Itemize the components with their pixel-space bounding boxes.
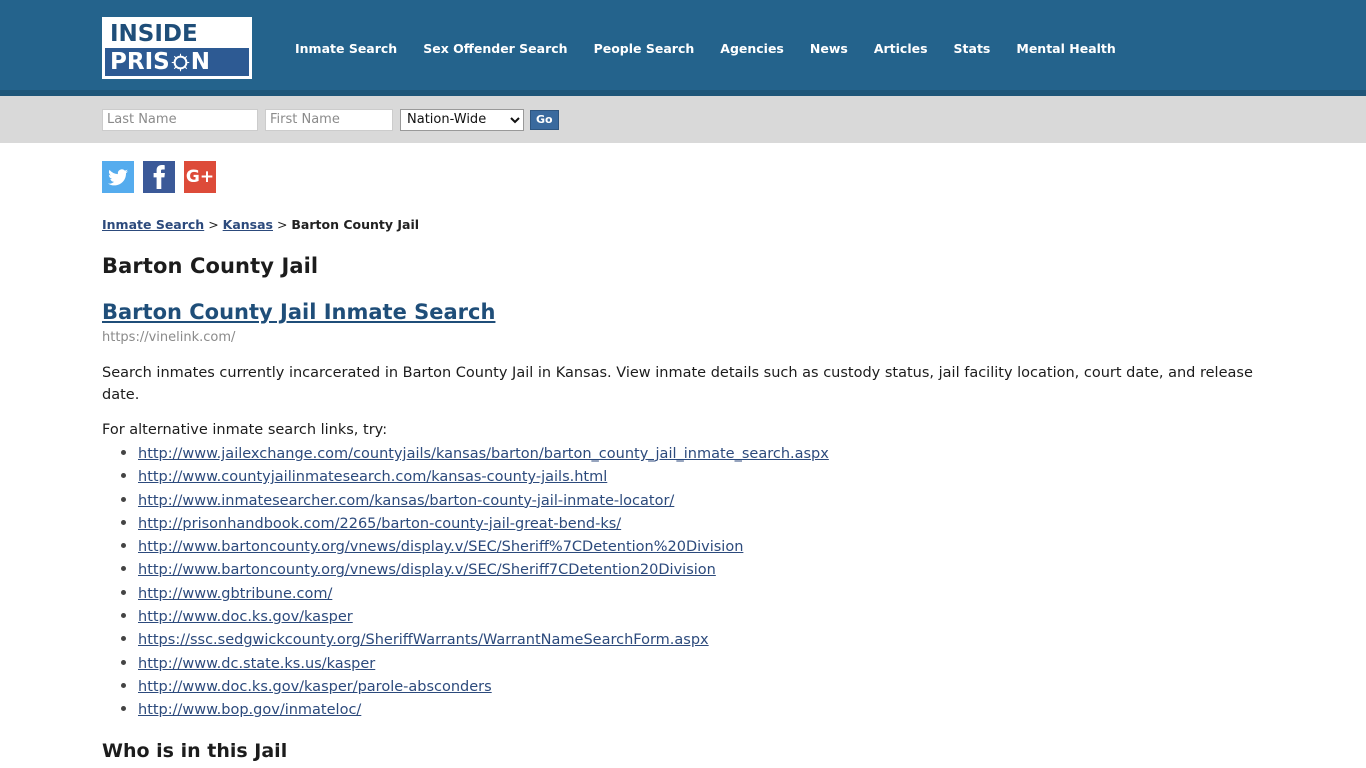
twitter-icon[interactable] <box>102 161 134 193</box>
list-item: http://www.bartoncounty.org/vnews/displa… <box>138 558 1336 581</box>
nav-item-sex-offender-search[interactable]: Sex Offender Search <box>410 41 580 56</box>
list-item: http://www.bartoncounty.org/vnews/displa… <box>138 535 1336 558</box>
nav-item-stats[interactable]: Stats <box>941 41 1004 56</box>
alt-link[interactable]: http://www.bop.gov/inmateloc/ <box>138 702 361 718</box>
alt-link[interactable]: http://www.jailexchange.com/countyjails/… <box>138 446 829 462</box>
list-item: http://www.gbtribune.com/ <box>138 582 1336 605</box>
description-text: Search inmates currently incarcerated in… <box>102 365 1253 403</box>
list-item: http://www.countyjailinmatesearch.com/ka… <box>138 465 1336 488</box>
logo-prison-suffix: N <box>190 49 210 75</box>
list-item: http://www.inmatesearcher.com/kansas/bar… <box>138 489 1336 512</box>
logo-line-inside: INSIDE <box>105 20 249 48</box>
alt-link[interactable]: http://www.doc.ks.gov/kasper <box>138 609 353 625</box>
quick-search-bar: Nation-Wide Go <box>0 96 1366 143</box>
region-select[interactable]: Nation-Wide <box>400 108 524 131</box>
inmate-search-link[interactable]: Barton County Jail Inmate Search <box>102 300 495 324</box>
alt-link[interactable]: http://www.countyjailinmatesearch.com/ka… <box>138 469 607 485</box>
nav-item-news[interactable]: News <box>797 41 861 56</box>
list-item: http://www.doc.ks.gov/kasper/parole-absc… <box>138 675 1336 698</box>
breadcrumb-separator-1: > <box>204 217 223 232</box>
logo-line-prison: PRIS N <box>105 48 249 76</box>
breadcrumb-link-inmate-search[interactable]: Inmate Search <box>102 217 204 232</box>
logo-prison-prefix: PRIS <box>110 49 170 75</box>
page-content: Inmate Search > Kansas > Barton County J… <box>0 193 1366 762</box>
list-item: http://www.dc.state.ks.us/kasper <box>138 652 1336 675</box>
main-navigation: Inmate Search Sex Offender Search People… <box>282 41 1129 56</box>
nav-item-people-search[interactable]: People Search <box>581 41 708 56</box>
breadcrumb: Inmate Search > Kansas > Barton County J… <box>102 217 1336 232</box>
site-logo[interactable]: INSIDE PRIS N <box>102 17 252 79</box>
list-item: http://www.doc.ks.gov/kasper <box>138 605 1336 628</box>
google-plus-icon[interactable]: G+ <box>184 161 216 193</box>
breadcrumb-link-kansas[interactable]: Kansas <box>223 217 273 232</box>
alt-link[interactable]: http://www.doc.ks.gov/kasper/parole-absc… <box>138 679 492 695</box>
go-button[interactable]: Go <box>530 109 559 130</box>
alt-link[interactable]: http://www.dc.state.ks.us/kasper <box>138 656 375 672</box>
list-item: https://ssc.sedgwickcounty.org/SheriffWa… <box>138 628 1336 651</box>
site-header: INSIDE PRIS N Inmate Search Sex Offender… <box>0 0 1366 96</box>
list-item: http://prisonhandbook.com/2265/barton-co… <box>138 512 1336 535</box>
google-plus-label: G+ <box>185 166 215 187</box>
last-name-input[interactable] <box>102 108 258 131</box>
globe-emblem-icon <box>171 53 190 72</box>
list-item: http://www.jailexchange.com/countyjails/… <box>138 442 1336 465</box>
header-bottom-strip <box>0 90 1366 96</box>
nav-item-mental-health[interactable]: Mental Health <box>1003 41 1128 56</box>
first-name-input[interactable] <box>265 108 393 131</box>
alt-links-list: http://www.jailexchange.com/countyjails/… <box>102 442 1336 722</box>
alt-links-intro: For alternative inmate search links, try… <box>102 422 388 438</box>
breadcrumb-separator-2: > <box>272 217 292 232</box>
alt-link[interactable]: https://ssc.sedgwickcounty.org/SheriffWa… <box>138 632 709 648</box>
facebook-icon[interactable] <box>143 161 175 193</box>
page-title: Barton County Jail <box>102 254 319 278</box>
breadcrumb-current: Barton County Jail <box>291 217 420 232</box>
alt-link[interactable]: http://www.gbtribune.com/ <box>138 586 332 602</box>
alt-link[interactable]: http://www.bartoncounty.org/vnews/displa… <box>138 562 716 578</box>
nav-item-inmate-search[interactable]: Inmate Search <box>282 41 410 56</box>
alt-link[interactable]: http://www.inmatesearcher.com/kansas/bar… <box>138 493 674 509</box>
social-share-row: G+ <box>0 143 1366 193</box>
alt-link[interactable]: http://prisonhandbook.com/2265/barton-co… <box>138 516 621 532</box>
nav-item-articles[interactable]: Articles <box>861 41 941 56</box>
section-title-who-is-in-this-jail: Who is in this Jail <box>102 739 288 762</box>
nav-item-agencies[interactable]: Agencies <box>707 41 797 56</box>
result-url: https://vinelink.com/ <box>102 330 236 345</box>
result-link-heading: Barton County Jail Inmate Search <box>102 300 1336 324</box>
alt-link[interactable]: http://www.bartoncounty.org/vnews/displa… <box>138 539 743 555</box>
list-item: http://www.bop.gov/inmateloc/ <box>138 698 1336 721</box>
